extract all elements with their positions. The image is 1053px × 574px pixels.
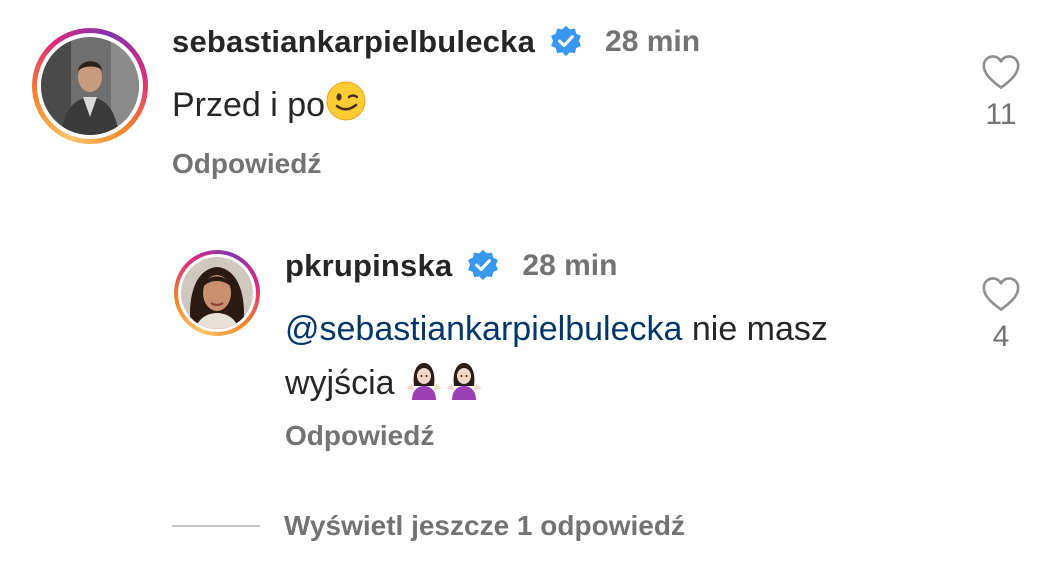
like-count: 11 [985,98,1017,131]
comment-header: pkrupinska 28 min [285,248,617,284]
heart-icon[interactable] [981,276,1021,312]
comment-body: nie masz [682,310,828,348]
comment-body-line2: wyjścia [285,364,395,402]
avatar-photo [181,257,253,329]
like-group: 11 [971,54,1031,132]
comment-text: @sebastiankarpielbulecka nie masz wyjści… [285,302,945,416]
reply-button[interactable]: Odpowiedź [285,420,434,452]
woman-shrugging-emoji-icon [444,360,484,416]
mention-link[interactable]: @sebastiankarpielbulecka [285,310,682,348]
avatar[interactable] [32,28,148,144]
wink-emoji-icon [325,80,367,138]
like-group: 4 [971,276,1031,354]
verified-badge-icon [549,25,583,59]
divider [172,525,260,527]
username[interactable]: sebastiankarpielbulecka [172,24,535,60]
comment-body: Przed i po [172,86,326,124]
reply-button[interactable]: Odpowiedź [172,148,321,180]
comment-header: sebastiankarpielbulecka 28 min [172,24,700,60]
avatar[interactable] [174,250,260,336]
timestamp: 28 min [522,249,618,282]
verified-badge-icon [466,249,500,283]
view-more-replies-button[interactable]: Wyświetl jeszcze 1 odpowiedź [172,510,685,542]
like-count: 4 [992,320,1010,353]
heart-icon[interactable] [981,54,1021,90]
view-more-replies-label: Wyświetl jeszcze 1 odpowiedź [284,510,685,541]
avatar-photo [41,37,139,135]
username[interactable]: pkrupinska [285,248,452,284]
woman-shrugging-emoji-icon [404,360,444,416]
timestamp: 28 min [605,25,701,58]
comment-text: Przed i po [172,78,367,138]
